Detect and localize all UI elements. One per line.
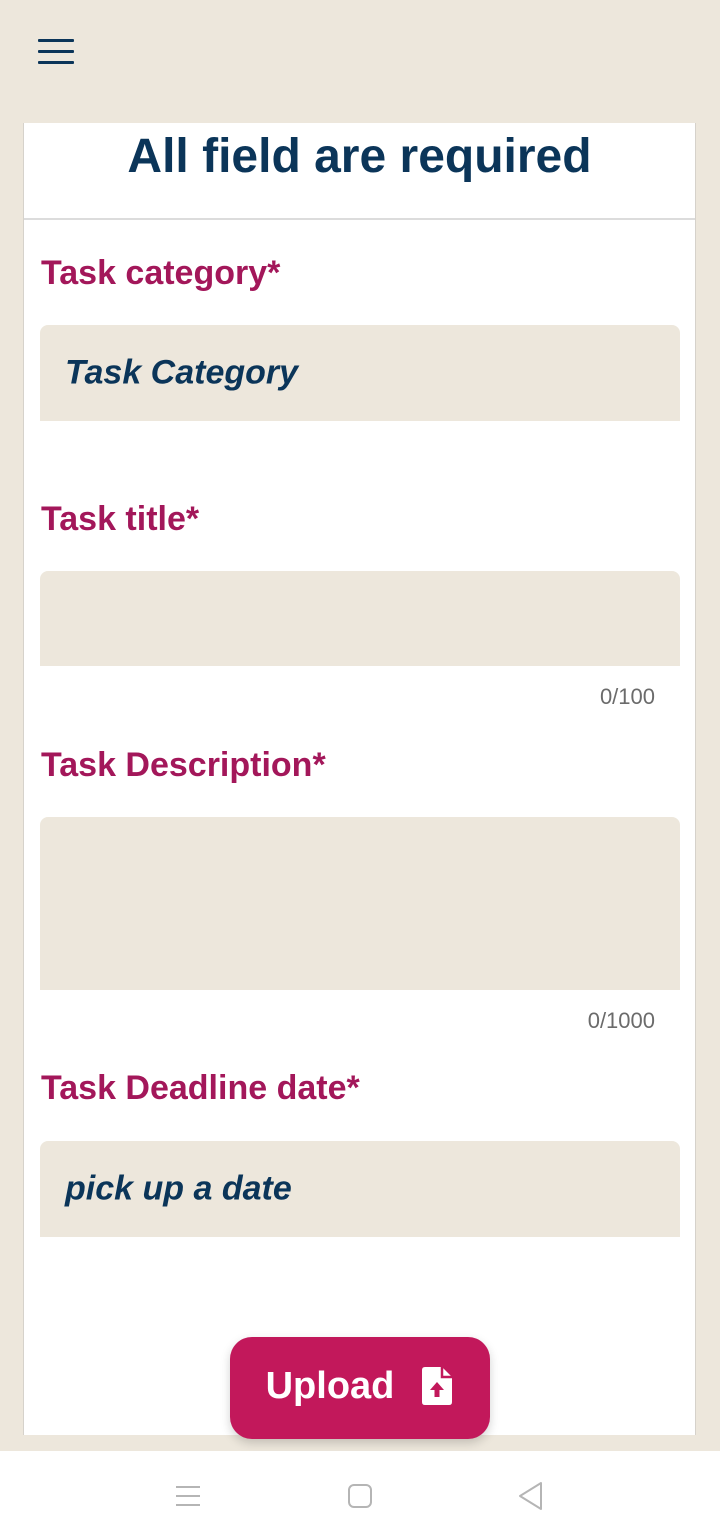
task-category-value: Task Category	[65, 353, 299, 392]
task-deadline-label: Task Deadline date*	[41, 1069, 360, 1107]
upload-button-label: Upload	[265, 1364, 395, 1407]
menu-button[interactable]	[28, 28, 84, 74]
task-category-select[interactable]: Task Category	[40, 325, 680, 421]
task-deadline-picker[interactable]: pick up a date	[40, 1141, 680, 1237]
form-header: All field are required	[24, 123, 695, 220]
task-category-label: Task category*	[41, 254, 281, 292]
nav-recent-button[interactable]	[168, 1481, 208, 1511]
recent-apps-icon	[176, 1486, 200, 1506]
task-description-textarea[interactable]	[40, 817, 680, 990]
task-title-label: Task title*	[41, 500, 200, 538]
file-upload-icon	[422, 1367, 453, 1405]
home-icon	[348, 1484, 372, 1508]
task-description-label: Task Description*	[41, 746, 326, 784]
system-navigation-bar	[0, 1451, 720, 1539]
task-title-counter: 0/100	[599, 684, 655, 709]
task-form-card: All field are required Task category* Ta…	[23, 123, 696, 1435]
upload-button[interactable]: Upload	[230, 1337, 490, 1439]
task-deadline-value: pick up a date	[65, 1169, 292, 1208]
hamburger-menu-icon	[38, 38, 74, 42]
nav-home-button[interactable]	[340, 1481, 380, 1511]
form-heading: All field are required	[127, 129, 592, 183]
task-description-counter: 0/1000	[587, 1008, 655, 1033]
back-icon	[519, 1482, 542, 1510]
nav-back-button[interactable]	[510, 1481, 550, 1511]
task-title-input[interactable]	[40, 571, 680, 666]
